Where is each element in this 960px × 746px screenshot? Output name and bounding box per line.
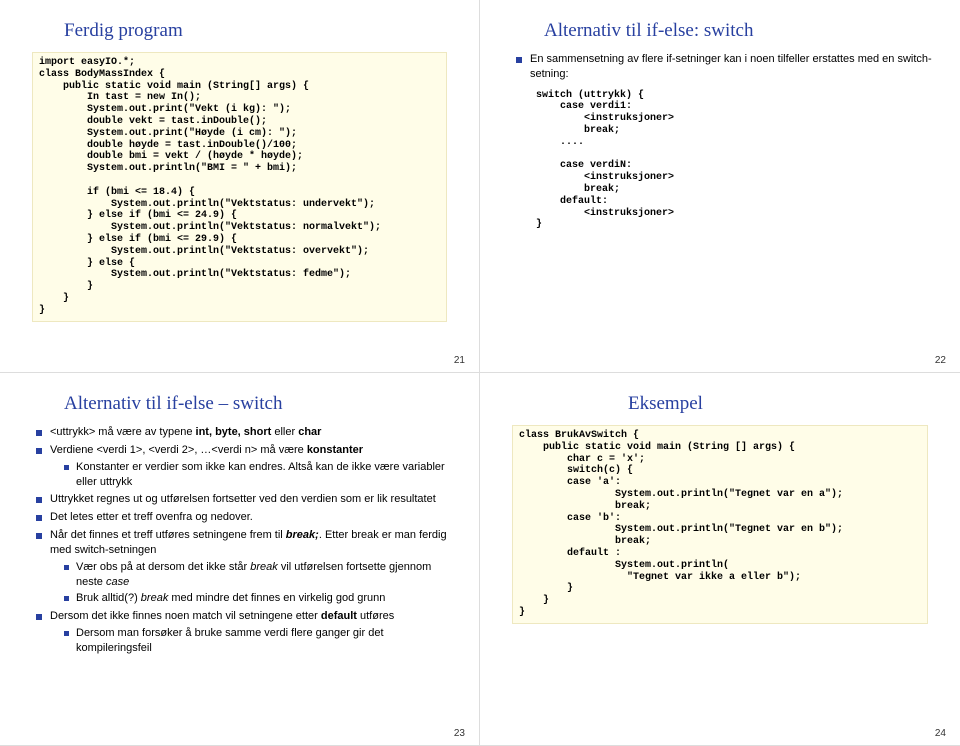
slide-title: Alternativ til if-else – switch <box>28 393 451 415</box>
code-block: switch (uttrykk) { case verdi1: <instruk… <box>536 90 932 232</box>
content-area: <uttrykk> må være av typene int, byte, s… <box>28 425 451 656</box>
sub-bullet: Konstanter er verdier som ikke kan endre… <box>64 460 451 490</box>
page-number: 23 <box>454 728 465 739</box>
bullet-item: En sammensetning av flere if-setninger k… <box>516 52 932 231</box>
bullet-item: <uttrykk> må være av typene int, byte, s… <box>36 425 451 440</box>
bullet-item: Verdiene <verdi 1>, <verdi 2>, …<verdi n… <box>36 443 451 490</box>
sub-bullet: Bruk alltid(?) break med mindre det finn… <box>64 591 451 606</box>
sub-bullet: Vær obs på at dersom det ikke står break… <box>64 560 451 590</box>
bullet-item: Dersom det ikke finnes noen match vil se… <box>36 609 451 656</box>
bullet-item: Det letes etter et treff ovenfra og nedo… <box>36 510 451 525</box>
code-block: class BrukAvSwitch { public static void … <box>519 430 921 619</box>
sub-bullet: Dersom man forsøker å bruke samme verdi … <box>64 626 451 656</box>
slide-24: Eksempel class BrukAvSwitch { public sta… <box>480 373 960 746</box>
bullet-text: En sammensetning av flere if-setninger k… <box>530 53 932 80</box>
code-box: import easyIO.*; class BodyMassIndex { p… <box>32 52 447 322</box>
bullet-item: Uttrykket regnes ut og utførelsen fortse… <box>36 492 451 507</box>
bullet-item: Når det finnes et treff utføres setninge… <box>36 528 451 606</box>
slide-23: Alternativ til if-else – switch <uttrykk… <box>0 373 480 746</box>
slide-22: Alternativ til if-else: switch En sammen… <box>480 0 960 373</box>
page-number: 22 <box>935 355 946 366</box>
code-box: class BrukAvSwitch { public static void … <box>512 425 928 624</box>
slide-title: Eksempel <box>508 393 932 415</box>
slide-21: Ferdig program import easyIO.*; class Bo… <box>0 0 480 373</box>
code-block: import easyIO.*; class BodyMassIndex { p… <box>39 57 440 317</box>
page-number: 21 <box>454 355 465 366</box>
slide-title: Alternativ til if-else: switch <box>508 20 932 42</box>
slide-title: Ferdig program <box>28 20 451 42</box>
content-area: En sammensetning av flere if-setninger k… <box>508 52 932 231</box>
slide-grid: Ferdig program import easyIO.*; class Bo… <box>0 0 960 746</box>
page-number: 24 <box>935 728 946 739</box>
